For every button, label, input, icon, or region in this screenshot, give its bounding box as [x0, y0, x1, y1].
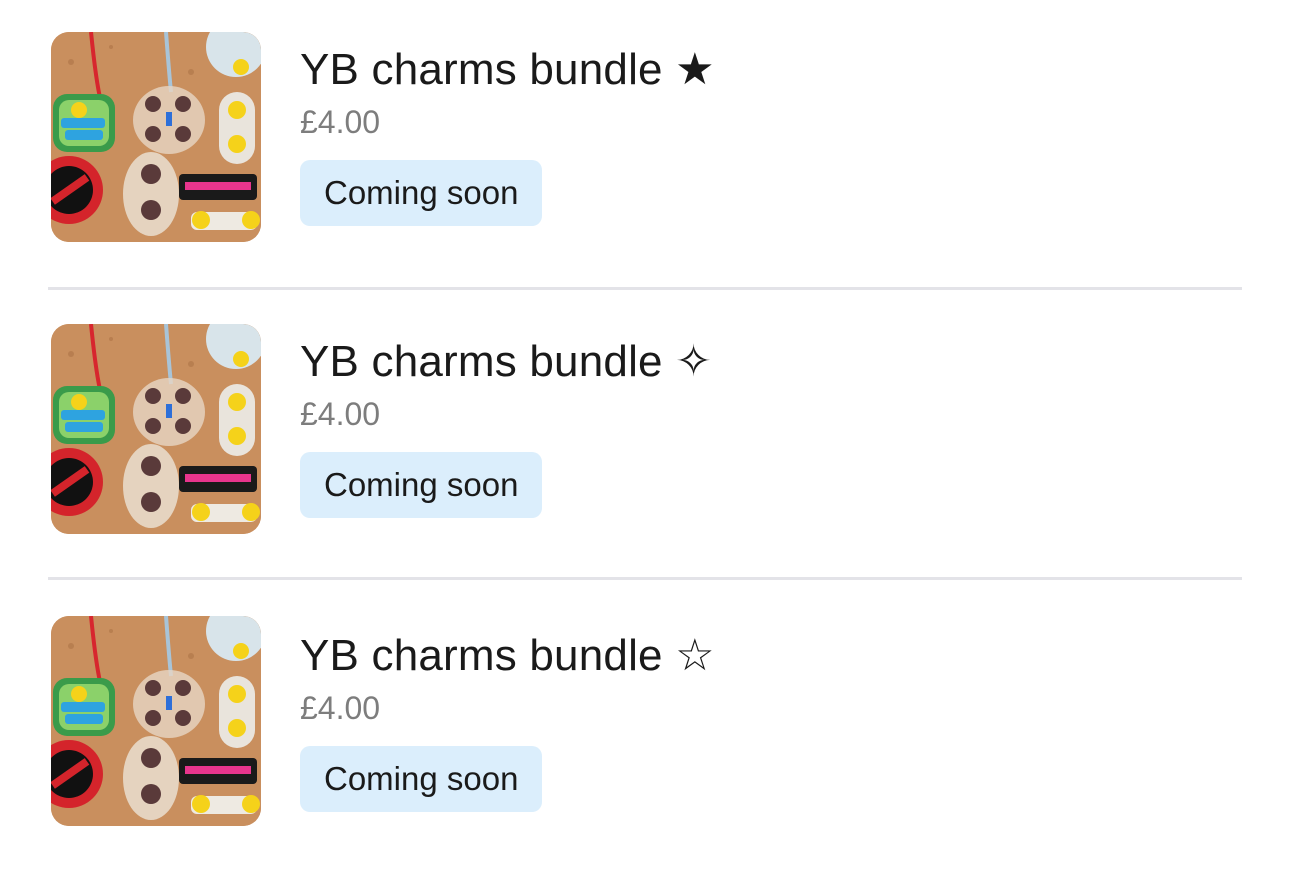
- product-item[interactable]: YB charms bundle ★ £4.00 Coming soon: [48, 0, 1242, 290]
- product-price: £4.00: [300, 396, 381, 432]
- product-item[interactable]: YB charms bundle ✧ £4.00 Coming soon: [48, 290, 1242, 580]
- product-title[interactable]: YB charms bundle ✧: [300, 334, 712, 390]
- coming-soon-badge: Coming soon: [300, 160, 543, 226]
- product-price: £4.00: [300, 104, 381, 140]
- product-list: YB charms bundle ★ £4.00 Coming soon YB …: [48, 0, 1242, 870]
- product-title[interactable]: YB charms bundle ☆: [300, 628, 715, 684]
- product-info: YB charms bundle ☆ £4.00 Coming soon: [300, 628, 715, 812]
- product-price: £4.00: [300, 690, 381, 726]
- product-image[interactable]: [51, 324, 261, 534]
- coming-soon-badge: Coming soon: [300, 452, 543, 518]
- product-item[interactable]: YB charms bundle ☆ £4.00 Coming soon: [48, 580, 1242, 870]
- product-info: YB charms bundle ★ £4.00 Coming soon: [300, 42, 715, 226]
- product-image[interactable]: [51, 32, 261, 242]
- product-info: YB charms bundle ✧ £4.00 Coming soon: [300, 334, 712, 518]
- product-image[interactable]: [51, 616, 261, 826]
- product-title[interactable]: YB charms bundle ★: [300, 42, 715, 98]
- coming-soon-badge: Coming soon: [300, 746, 543, 812]
